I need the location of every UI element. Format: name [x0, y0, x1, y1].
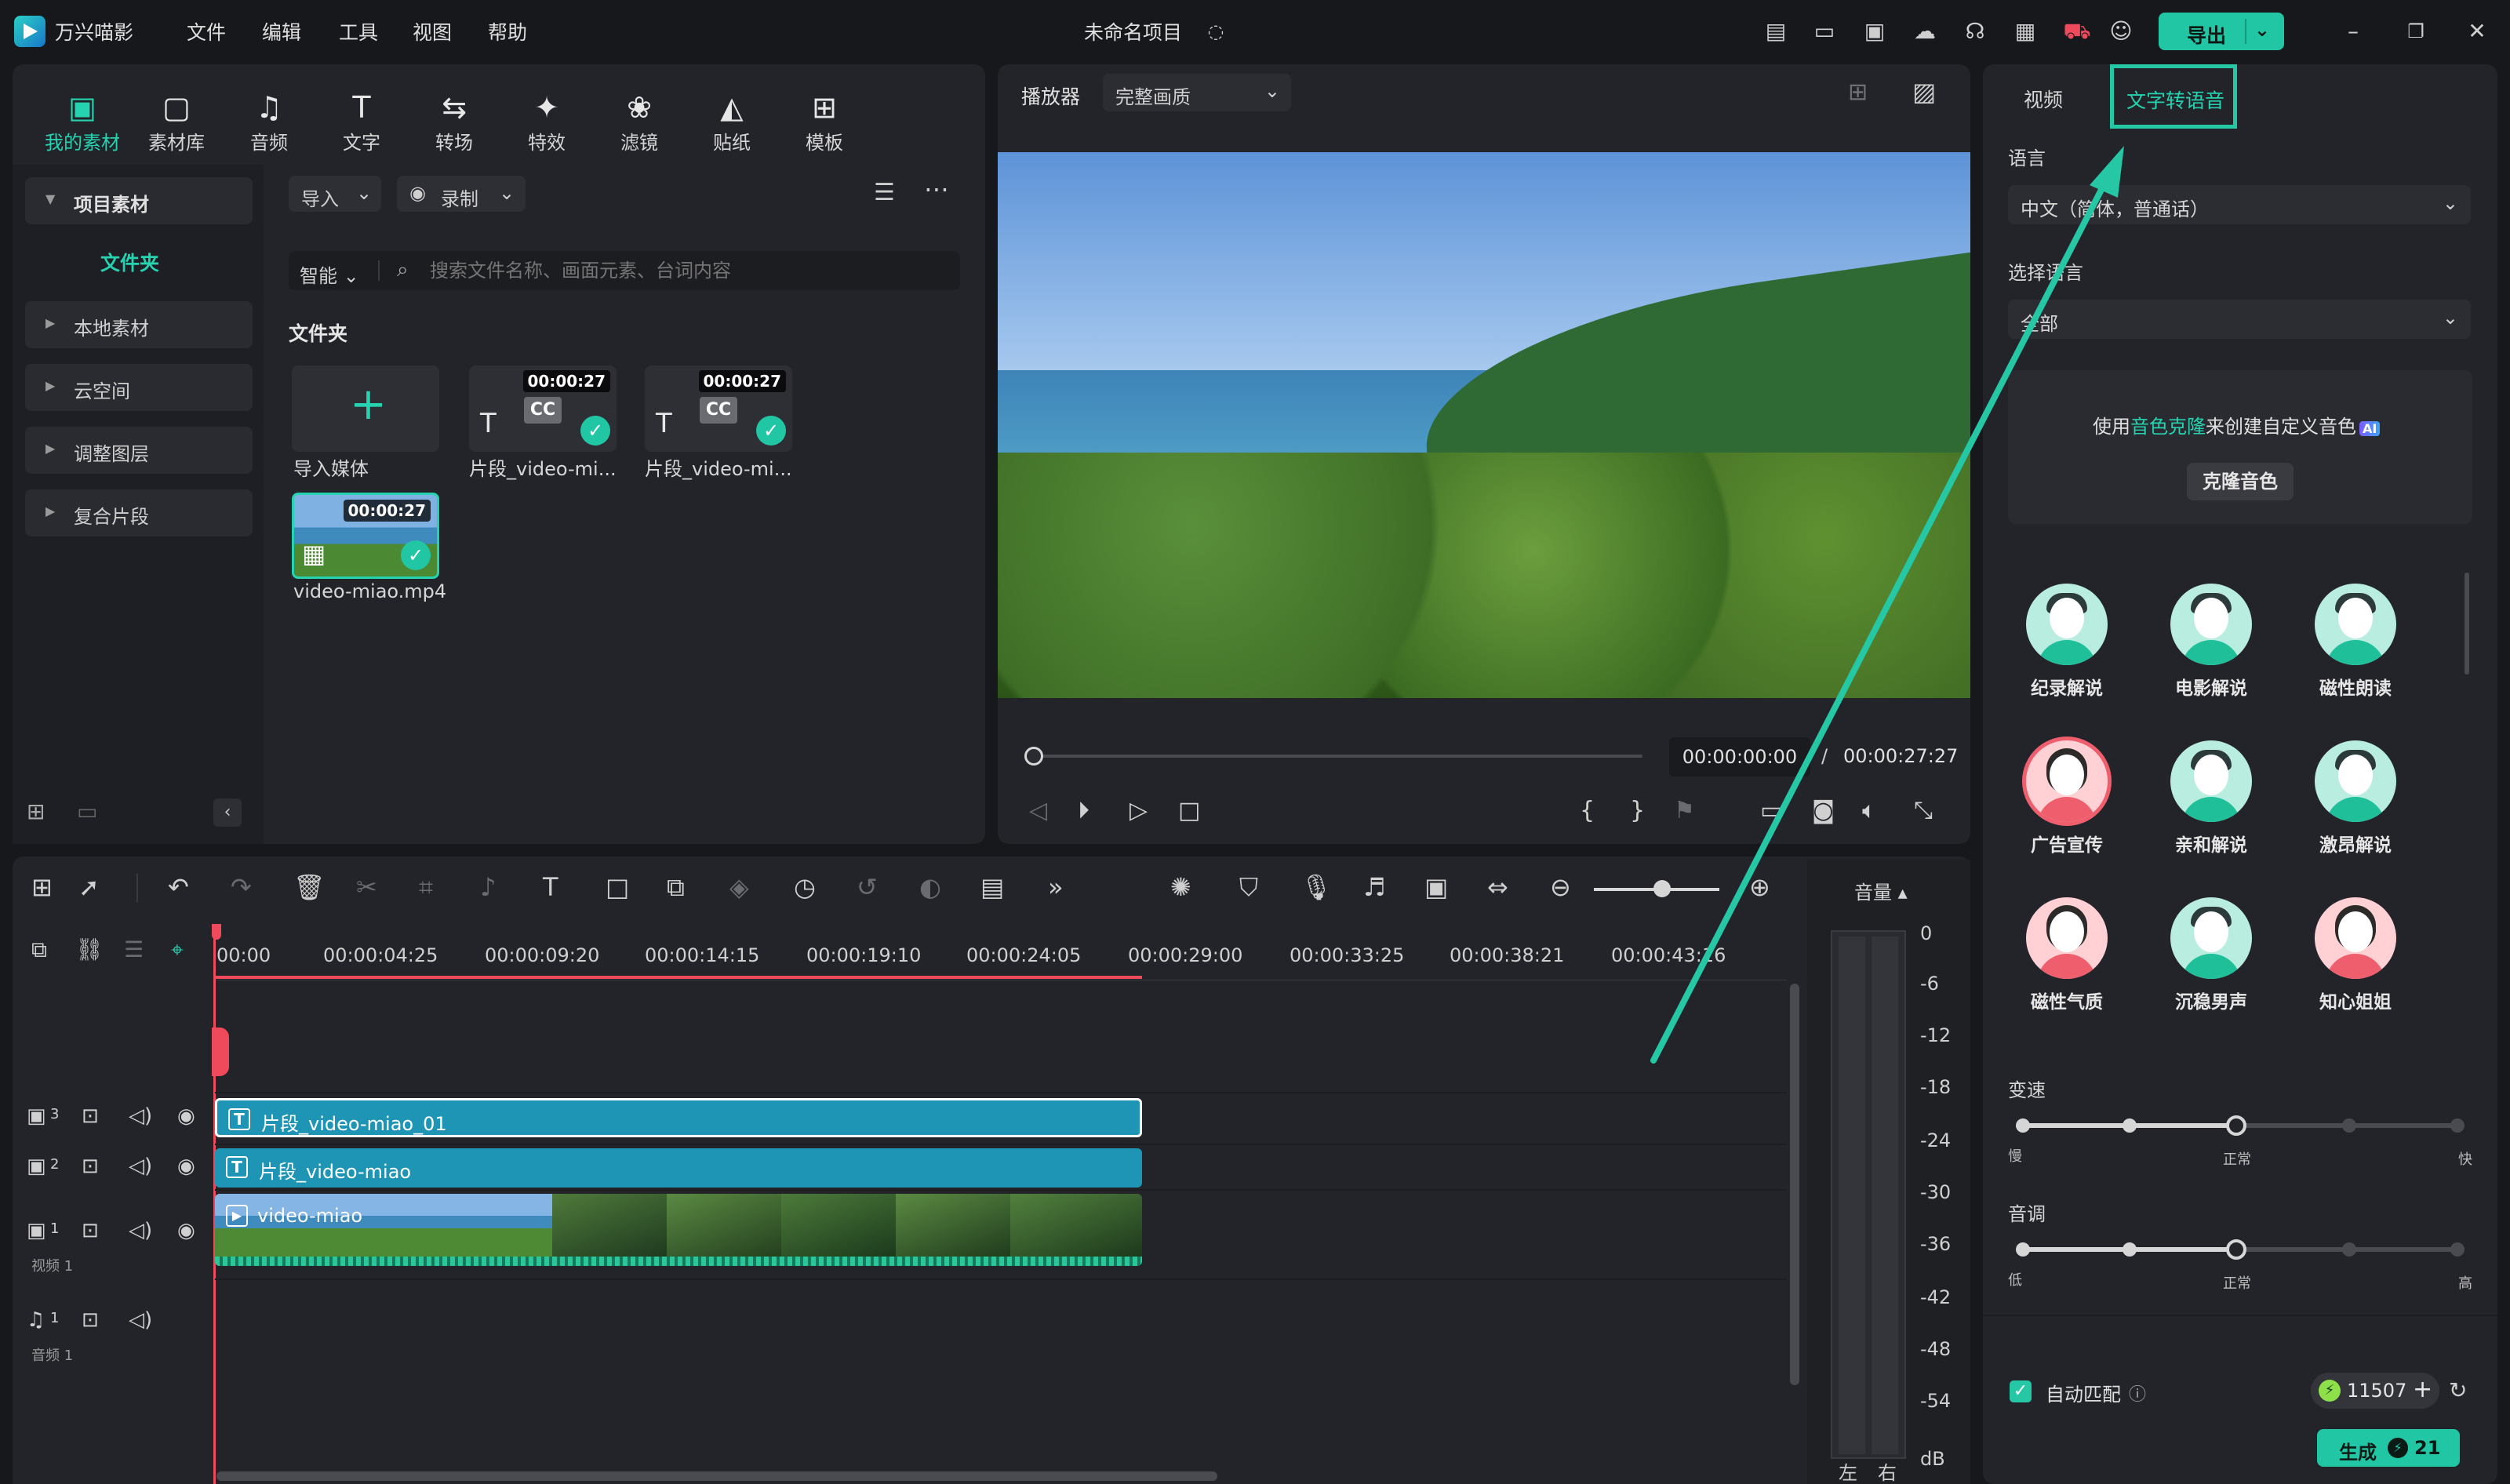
annotation-arrow [1650, 146, 2124, 1064]
